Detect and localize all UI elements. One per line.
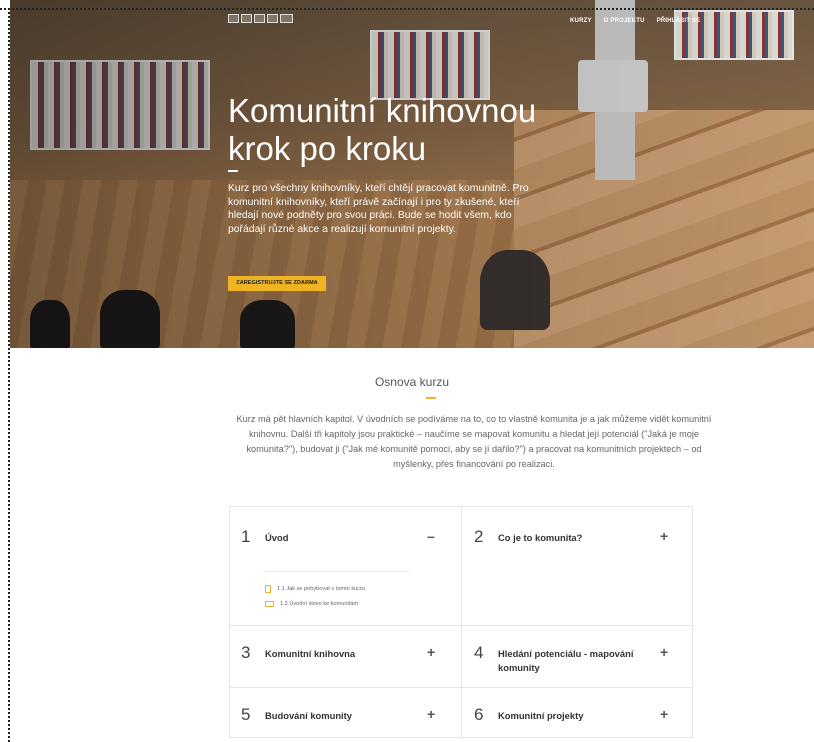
module-title: Co je to komunita? <box>498 532 583 543</box>
module-title: Komunitní projekty <box>498 710 584 721</box>
document-icon <box>265 585 271 593</box>
module-card-5[interactable]: 5 Budování komunity + <box>241 705 441 735</box>
module-number: 4 <box>474 643 484 662</box>
course-outline-grid: 1 Úvod – 1.1 Jak se pohybovat v tomto ku… <box>229 506 693 739</box>
module-card-2[interactable]: 2 Co je to komunita? + <box>474 527 674 567</box>
module-card-6[interactable]: 6 Komunitní projekty + <box>474 705 674 735</box>
page-border-top <box>0 8 814 10</box>
module-card-3[interactable]: 3 Komunitní knihovna + <box>241 643 441 683</box>
logo-block <box>280 14 293 23</box>
grid-divider <box>230 687 692 688</box>
hero-banner <box>10 0 814 348</box>
module-title: Hledání potenciálu - mapování komunity <box>498 648 634 673</box>
grid-divider <box>461 507 462 739</box>
module-title: Úvod <box>265 532 289 543</box>
expand-toggle[interactable]: + <box>427 707 435 721</box>
nav-link-prihlasit[interactable]: PŘIHLÁSIT SE <box>657 18 701 24</box>
nav-link-kurzy[interactable]: KURZY <box>570 18 592 24</box>
expand-toggle[interactable]: + <box>427 645 435 659</box>
logo-block <box>267 14 278 23</box>
nav-link-o-projektu[interactable]: O PROJEKTU <box>604 18 645 24</box>
module-number: 1 <box>241 527 251 546</box>
module-card-4[interactable]: 4 Hledání potenciálu - mapování komunity… <box>474 643 674 683</box>
section-title: Osnova kurzu <box>374 375 450 389</box>
section-description: Kurz má pět hlavních kapitol. V úvodních… <box>236 414 712 469</box>
module-number: 3 <box>241 643 251 662</box>
hero-description: Kurz pro všechny knihovníky, kteří chtěj… <box>228 183 529 235</box>
hero-title-divider <box>228 170 238 172</box>
logo-block <box>241 14 252 23</box>
logo-block <box>228 14 239 23</box>
logo-block <box>254 14 265 23</box>
page-border-left <box>8 8 10 742</box>
module-title: Budování komunity <box>265 710 352 721</box>
section-title-accent <box>426 397 436 399</box>
grid-divider <box>230 625 692 626</box>
collapse-toggle[interactable]: – <box>427 529 435 543</box>
site-logo[interactable] <box>228 14 293 23</box>
module-number: 5 <box>241 705 251 724</box>
module-number: 6 <box>474 705 484 724</box>
lesson-label: 1.2 Úvodní slovo ke komunitám <box>280 601 359 607</box>
lesson-item[interactable]: 1.2 Úvodní slovo ke komunitám <box>265 601 358 607</box>
module-divider <box>265 571 409 572</box>
expand-toggle[interactable]: + <box>660 707 668 721</box>
video-icon <box>265 601 274 607</box>
hero-title: Komunitní knihovnou krok po kroku <box>228 92 537 167</box>
lesson-label: 1.1 Jak se pohybovat v tomto kurzu <box>277 586 365 592</box>
lesson-item[interactable]: 1.1 Jak se pohybovat v tomto kurzu <box>265 585 365 593</box>
module-card-1: 1 Úvod – 1.1 Jak se pohybovat v tomto ku… <box>241 527 441 617</box>
module-title: Komunitní knihovna <box>265 648 356 659</box>
module-number: 2 <box>474 527 484 546</box>
main-nav: KURZY O PROJEKTU PŘIHLÁSIT SE <box>570 18 700 24</box>
expand-toggle[interactable]: + <box>660 645 668 659</box>
hero-overlay <box>10 0 814 348</box>
register-button[interactable]: ZAREGISTRUJTE SE ZDARMA <box>228 276 326 291</box>
expand-toggle[interactable]: + <box>660 529 668 543</box>
